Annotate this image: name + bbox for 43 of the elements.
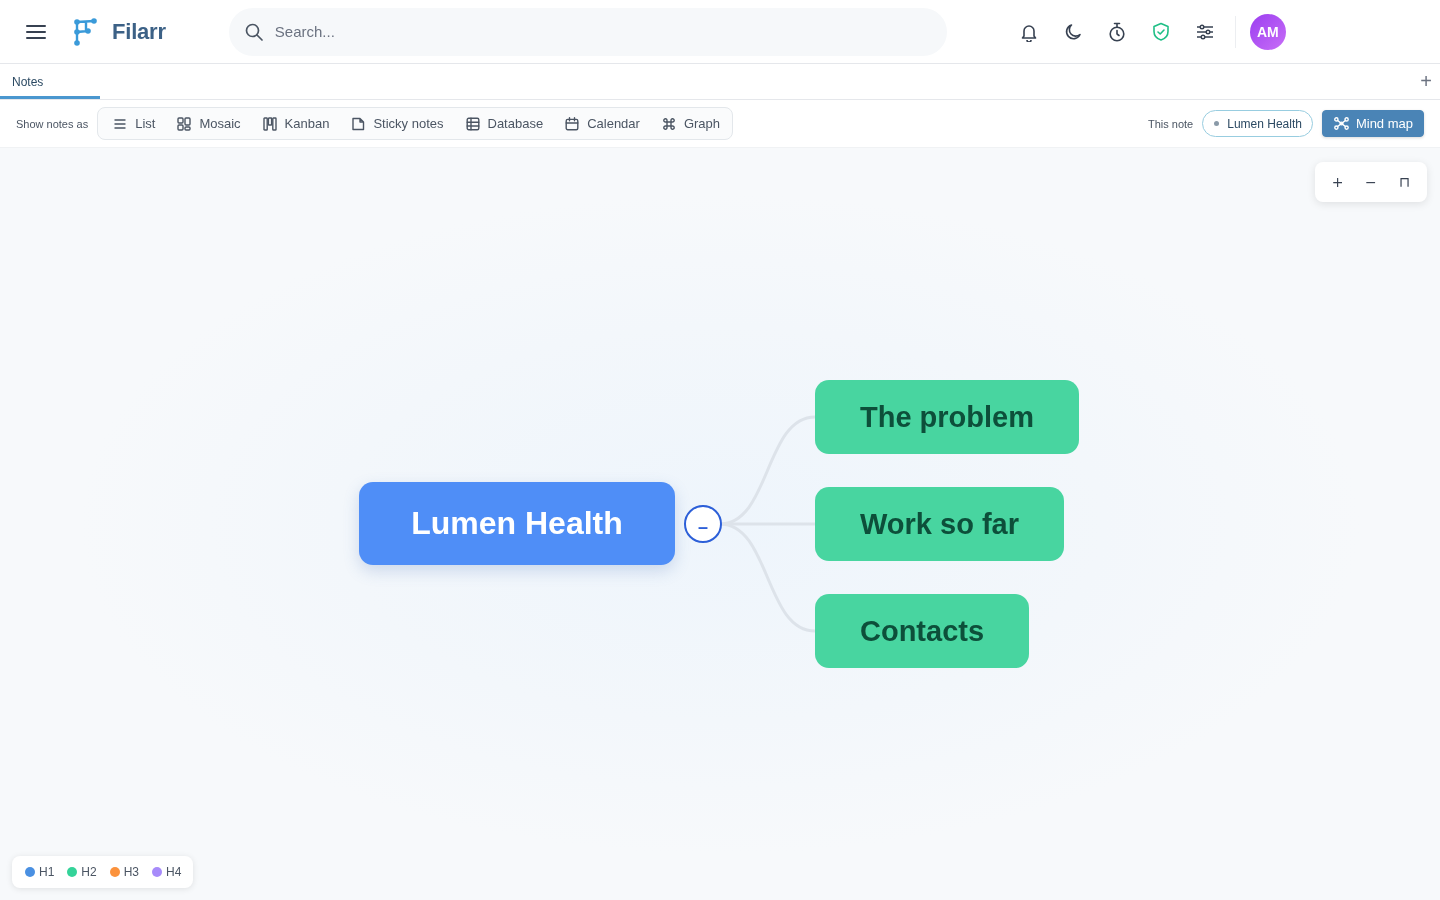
stopwatch-icon[interactable] <box>1107 21 1126 42</box>
avatar[interactable]: AM <box>1249 13 1286 50</box>
list-icon <box>113 116 128 131</box>
command-icon <box>661 116 676 131</box>
view-label: Show notes as <box>16 117 89 130</box>
network-icon <box>1333 117 1349 130</box>
legend-label: H2 <box>81 865 97 879</box>
note-chip[interactable]: Lumen Health <box>1202 110 1313 137</box>
zoom-in-button[interactable]: + <box>1325 170 1350 194</box>
calendar-icon <box>565 116 580 131</box>
view-option[interactable]: Graph <box>661 110 721 137</box>
shield-check-icon[interactable] <box>1151 21 1170 42</box>
legend-label: H4 <box>166 865 182 879</box>
mind-map-button[interactable]: Mind map <box>1321 110 1424 137</box>
view-option[interactable]: Sticky notes <box>351 110 444 137</box>
view-option[interactable]: Mosaic <box>177 110 241 137</box>
mind-map-node[interactable]: Contacts <box>815 594 1030 668</box>
mind-map-node[interactable]: Work so far <box>815 487 1064 561</box>
legend-label: H1 <box>39 865 55 879</box>
grid-icon <box>177 116 192 131</box>
view-option[interactable]: Calendar <box>565 110 640 137</box>
view-option[interactable]: Kanban <box>262 110 330 137</box>
notes-tab[interactable]: Notes <box>0 64 100 99</box>
scope-label: This note <box>1147 117 1194 130</box>
logo-icon <box>72 16 98 47</box>
collapse-toggle[interactable]: – <box>684 505 722 543</box>
view-option[interactable]: List <box>113 110 156 137</box>
mind-map-node[interactable]: The problem <box>815 380 1079 454</box>
menu-icon[interactable] <box>26 23 46 40</box>
zoom-out-button[interactable]: − <box>1359 170 1383 194</box>
columns-icon <box>262 116 277 131</box>
sliders-icon[interactable] <box>1195 23 1214 40</box>
add-tab-button[interactable]: + <box>1420 64 1432 99</box>
view-option[interactable]: Database <box>465 110 544 137</box>
search-field[interactable]: Search... <box>228 7 947 56</box>
moon-icon[interactable] <box>1063 22 1082 41</box>
table-icon <box>465 116 480 131</box>
dot-icon <box>1214 121 1220 126</box>
brand-name: Filarr <box>112 18 166 45</box>
legend-label: H3 <box>123 865 140 879</box>
note-icon <box>351 116 366 131</box>
search-icon <box>244 22 263 41</box>
fit-view-button[interactable]: ⊓ <box>1392 170 1417 194</box>
